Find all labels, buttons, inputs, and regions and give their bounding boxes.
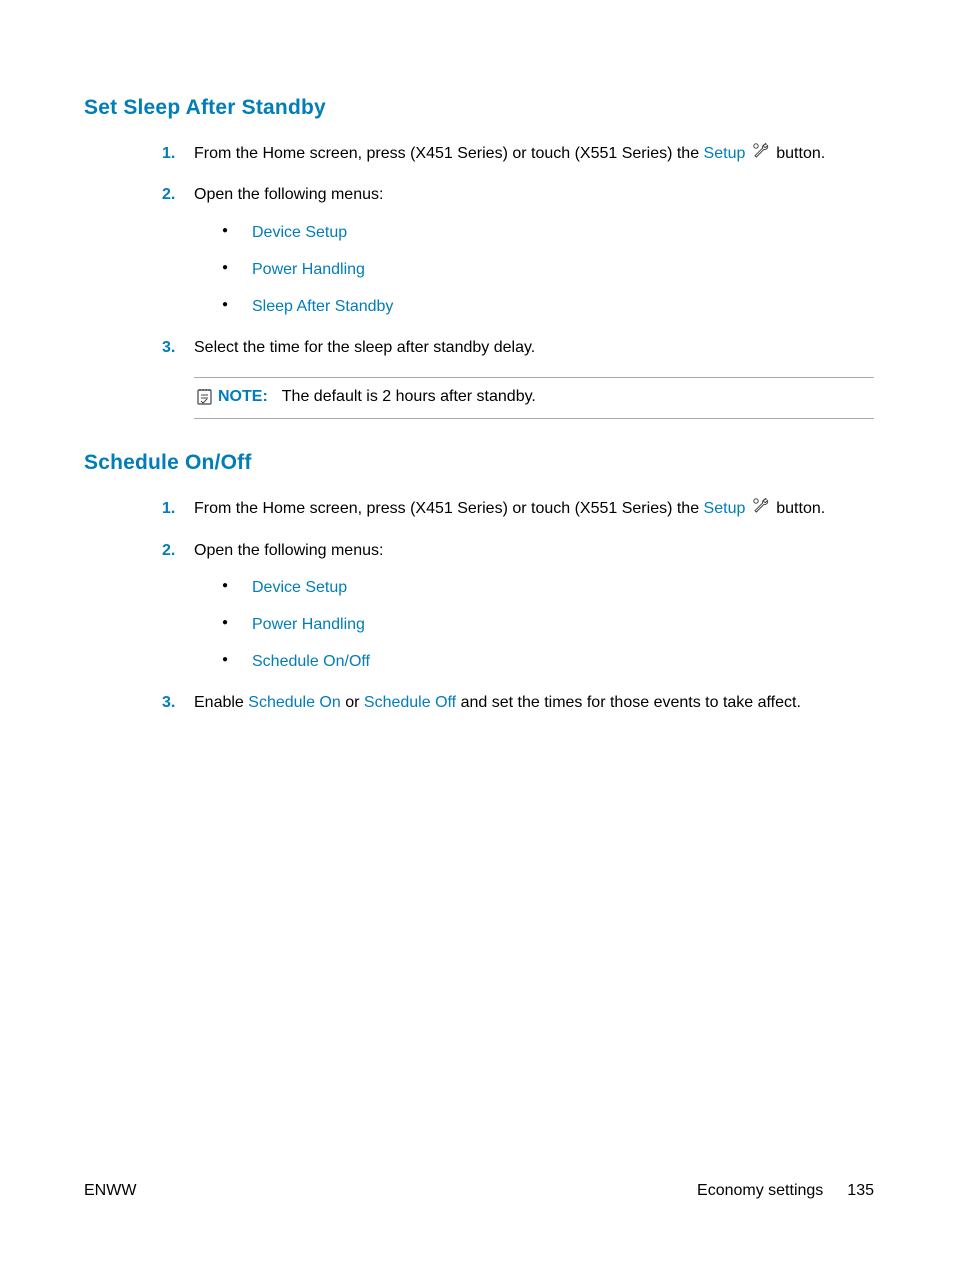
bullet-list: Device Setup Power Handling Schedule On/… <box>222 576 874 674</box>
steps-list-2: 1. From the Home screen, press (X451 Ser… <box>162 497 874 714</box>
menu-power-handling: Power Handling <box>252 261 365 278</box>
setup-wrench-icon <box>752 497 770 520</box>
heading-set-sleep: Set Sleep After Standby <box>84 96 874 120</box>
step-text: Select the time for the sleep after stan… <box>194 339 535 356</box>
step-num: 3. <box>162 691 175 714</box>
step-2-1: 1. From the Home screen, press (X451 Ser… <box>162 497 874 520</box>
step-text-post: button. <box>772 500 825 517</box>
footer-section-label: Economy settings <box>697 1182 823 1200</box>
step-1-1: 1. From the Home screen, press (X451 Ser… <box>162 142 874 165</box>
setup-link: Setup <box>704 500 746 517</box>
note-icon <box>194 386 216 408</box>
bullet-item: Power Handling <box>222 613 874 636</box>
step-num: 3. <box>162 336 175 359</box>
step-1-3: 3. Select the time for the sleep after s… <box>162 336 874 359</box>
schedule-off-link: Schedule Off <box>364 694 456 711</box>
bullet-item: Sleep After Standby <box>222 295 874 318</box>
page-footer: ENWW Economy settings 135 <box>84 1182 874 1200</box>
step-text: Open the following menus: <box>194 186 383 203</box>
menu-sleep-after-standby: Sleep After Standby <box>252 298 393 315</box>
menu-device-setup: Device Setup <box>252 579 347 596</box>
setup-link: Setup <box>704 145 746 162</box>
footer-left: ENWW <box>84 1182 136 1200</box>
steps-list-1: 1. From the Home screen, press (X451 Ser… <box>162 142 874 359</box>
schedule-on-link: Schedule On <box>248 694 341 711</box>
step-text: From the Home screen, press (X451 Series… <box>194 145 704 162</box>
step-num: 2. <box>162 183 175 206</box>
bullet-list: Device Setup Power Handling Sleep After … <box>222 221 874 319</box>
note-label: NOTE: <box>218 388 268 406</box>
bullet-item: Device Setup <box>222 576 874 599</box>
heading-schedule: Schedule On/Off <box>84 451 874 475</box>
bullet-item: Power Handling <box>222 258 874 281</box>
note-text: The default is 2 hours after standby. <box>282 388 536 406</box>
step-num: 1. <box>162 142 175 165</box>
step-1-2: 2. Open the following menus: Device Setu… <box>162 183 874 318</box>
step-text-post: button. <box>772 145 825 162</box>
step-2-3: 3. Enable Schedule On or Schedule Off an… <box>162 691 874 714</box>
bullet-item: Device Setup <box>222 221 874 244</box>
step-text: Enable <box>194 694 248 711</box>
menu-device-setup: Device Setup <box>252 224 347 241</box>
footer-page-number: 135 <box>847 1182 874 1200</box>
step-text-post: and set the times for those events to ta… <box>456 694 801 711</box>
menu-schedule-onoff: Schedule On/Off <box>252 653 370 670</box>
menu-power-handling: Power Handling <box>252 616 365 633</box>
step-text-mid: or <box>341 694 364 711</box>
setup-wrench-icon <box>752 142 770 165</box>
bullet-item: Schedule On/Off <box>222 650 874 673</box>
step-text: Open the following menus: <box>194 542 383 559</box>
step-text: From the Home screen, press (X451 Series… <box>194 500 704 517</box>
step-num: 2. <box>162 539 175 562</box>
step-num: 1. <box>162 497 175 520</box>
step-2-2: 2. Open the following menus: Device Setu… <box>162 539 874 674</box>
note-box: NOTE: The default is 2 hours after stand… <box>194 377 874 419</box>
